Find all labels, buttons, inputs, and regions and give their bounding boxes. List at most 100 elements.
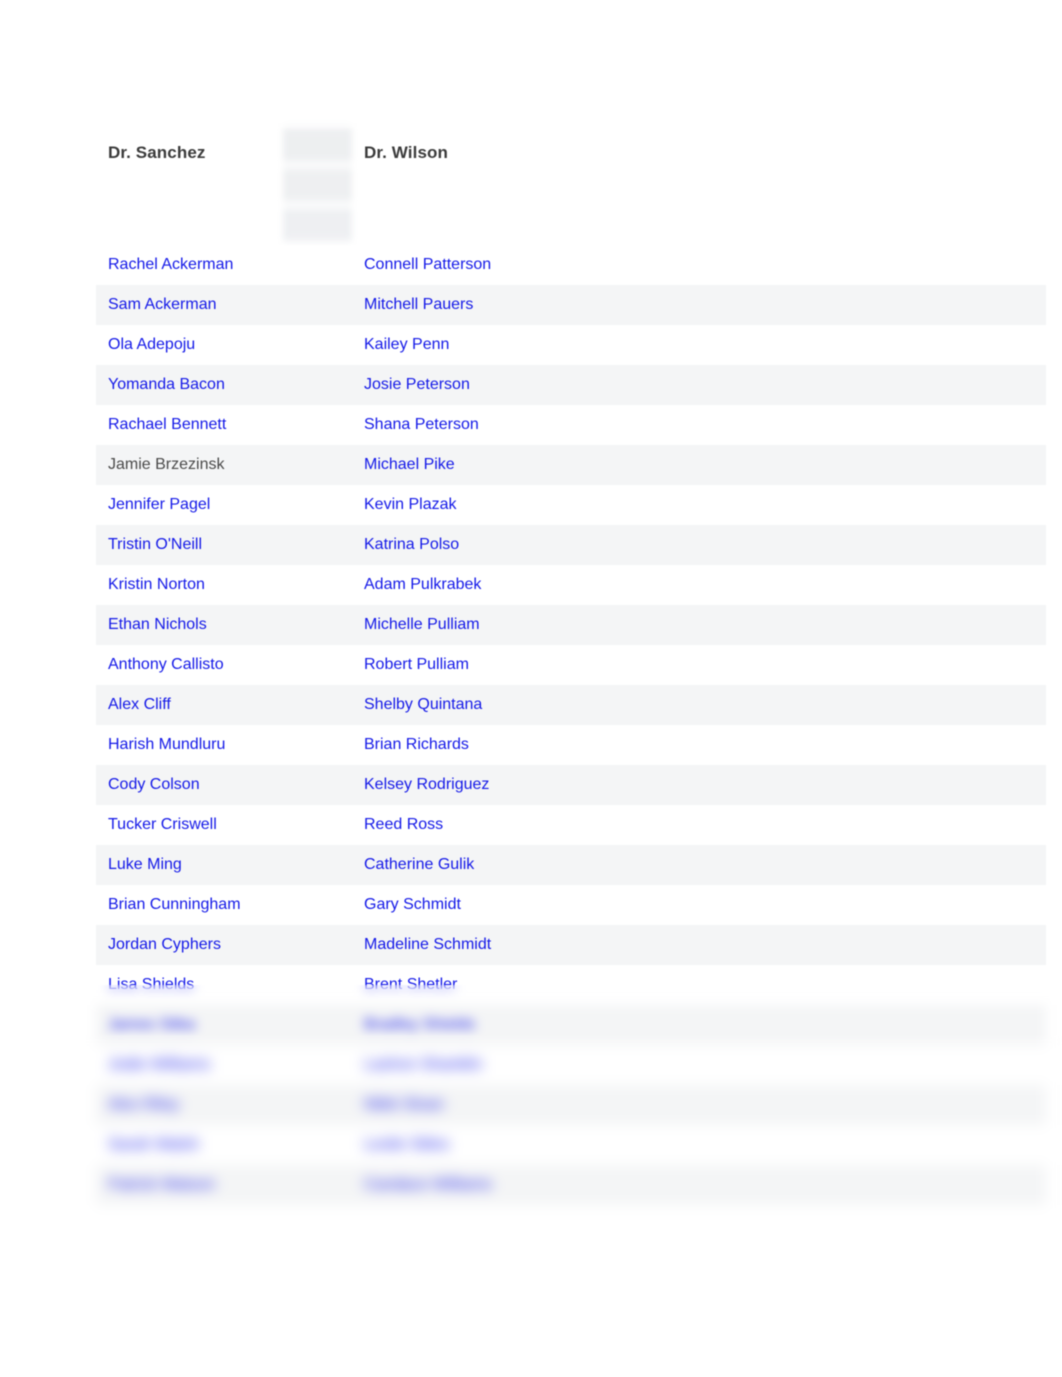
column-header-wilson: Dr. Wilson [364,142,448,162]
cell-wilson-patient: Leslie Stiles [352,1125,592,1165]
table-row: Patrick Watson Candace Williams [96,1165,1046,1205]
patient-name-link[interactable]: Josie Peterson [364,376,470,393]
table-row: Rachel Ackerman Connell Patterson [96,245,1046,285]
patient-name-link[interactable]: Leslie Stiles [364,1136,449,1153]
column-header-sanchez: Dr. Sanchez [108,142,206,162]
patient-name-link[interactable]: Tristin O'Neill [108,536,202,553]
cell-empty [592,805,1046,845]
cell-wilson-patient: Brent Shetler [352,965,592,1005]
cell-empty [592,1045,1046,1085]
cell-wilson-patient: Shelby Quintana [352,685,592,725]
cell-wilson-patient: Reed Ross [352,805,592,845]
patient-name-link[interactable]: Candace Williams [364,1176,492,1193]
cell-empty [592,725,1046,765]
patient-name-link[interactable]: Kristin Norton [108,576,205,593]
patient-name-link[interactable]: Shana Peterson [364,416,479,433]
cell-sanchez-patient: Jodie Williams [96,1045,283,1085]
patient-name-link[interactable]: Rachel Ackerman [108,256,233,273]
table-row: Tristin O'Neill Katrina Polso [96,525,1046,565]
patient-name-link[interactable]: Sam Ackerman [108,296,216,313]
table-row: Anthony Callisto Robert Pulliam [96,645,1046,685]
table-row: Sarah Walsh Leslie Stiles [96,1125,1046,1165]
cell-empty [592,1165,1046,1205]
patient-name-link[interactable]: Michael Pike [364,456,455,473]
cell-sanchez-patient: Tristin O'Neill [96,525,283,565]
patient-name-link[interactable]: Catherine Gulik [364,856,474,873]
table-row: Jordan Cyphers Madeline Schmidt [96,925,1046,965]
cell-wilson-patient: Kailey Penn [352,325,592,365]
cell-sanchez-patient: Jordan Cyphers [96,925,283,965]
patient-name-link[interactable]: Kevin Plazak [364,496,457,513]
cell-gap [283,765,352,805]
patient-name-link[interactable]: Brian Richards [364,736,469,753]
patient-name-link[interactable]: Jennifer Pagel [108,496,210,513]
patient-name-link[interactable]: Tucker Criswell [108,816,217,833]
patient-name-link[interactable]: Katrina Polso [364,536,459,553]
patient-name-link[interactable]: Luke Ming [108,856,182,873]
patient-name-link[interactable]: Jordan Cyphers [108,936,221,953]
column-header-rest [592,125,1046,180]
patient-name-link[interactable]: Ethan Nichols [108,616,207,633]
patient-name-link[interactable]: Jamie Brzezinsk [108,456,224,473]
patient-name-link[interactable]: Bradley Shields [364,1016,475,1033]
table-bottom-right-corner [1030,1205,1048,1237]
cell-gap [283,885,352,925]
patient-name-link[interactable]: Brent Shetler [364,976,457,993]
cell-gap [283,925,352,965]
cell-sanchez-patient: Jennifer Pagel [96,485,283,525]
patient-name-link[interactable]: Alex Cliff [108,696,171,713]
cell-empty [592,1125,1046,1165]
header-spacer-row-1 [96,180,1046,210]
header-spacer-cell-3 [352,180,592,210]
patient-name-link[interactable]: Madeline Schmidt [364,936,491,953]
patient-name-link[interactable]: Reed Ross [364,816,443,833]
cell-wilson-patient: Michael Pike [352,445,592,485]
cell-gap [283,645,352,685]
table-header-row: Dr. Sanchez Dr. Wilson [96,125,1046,180]
patient-name-link[interactable]: Rachael Bennett [108,416,226,433]
patient-name-link[interactable]: James Sitka [108,1016,195,1033]
table-row: Sam Ackerman Mitchell Pauers [96,285,1046,325]
header-spacer-cell-2 [283,180,352,210]
table-row: Rachael Bennett Shana Peterson [96,405,1046,445]
patient-name-link[interactable]: Nikki Sloan [364,1096,444,1113]
patient-name-link[interactable]: Lashon Shanklin [364,1056,482,1073]
cell-empty [592,365,1046,405]
patient-name-link[interactable]: Alex Riley [108,1096,179,1113]
cell-gap [283,725,352,765]
patient-name-link[interactable]: Kailey Penn [364,336,449,353]
cell-wilson-patient: Mitchell Pauers [352,285,592,325]
patient-name-link[interactable]: Cody Colson [108,776,200,793]
cell-gap [283,1125,352,1165]
cell-gap [283,1085,352,1125]
patient-name-link[interactable]: Jodie Williams [108,1056,210,1073]
cell-sanchez-patient: Harish Mundluru [96,725,283,765]
patient-name-link[interactable]: Adam Pulkrabek [364,576,481,593]
patient-name-link[interactable]: Robert Pulliam [364,656,469,673]
patient-name-link[interactable]: Anthony Callisto [108,656,224,673]
table-row: Jennifer Pagel Kevin Plazak [96,485,1046,525]
cell-sanchez-patient: Alex Riley [96,1085,283,1125]
cell-gap [283,805,352,845]
patient-name-link[interactable]: Mitchell Pauers [364,296,473,313]
table-row: Alex Cliff Shelby Quintana [96,685,1046,725]
patient-name-link[interactable]: Gary Schmidt [364,896,461,913]
patient-name-link[interactable]: Kelsey Rodriguez [364,776,489,793]
patient-name-link[interactable]: Yomanda Bacon [108,376,225,393]
cell-gap [283,1045,352,1085]
cell-sanchez-patient: Luke Ming [96,845,283,885]
cell-sanchez-patient: Brian Cunningham [96,885,283,925]
cell-wilson-patient: Michelle Pulliam [352,605,592,645]
patient-name-link[interactable]: Sarah Walsh [108,1136,199,1153]
patient-name-link[interactable]: Lisa Shields [108,976,194,993]
patient-name-link[interactable]: Harish Mundluru [108,736,225,753]
cell-sanchez-patient: James Sitka [96,1005,283,1045]
cell-gap [283,285,352,325]
patient-name-link[interactable]: Michelle Pulliam [364,616,480,633]
patient-name-link[interactable]: Shelby Quintana [364,696,482,713]
patient-name-link[interactable]: Brian Cunningham [108,896,241,913]
patient-name-link[interactable]: Patrick Watson [108,1176,215,1193]
patient-name-link[interactable]: Connell Patterson [364,256,491,273]
patient-name-link[interactable]: Ola Adepoju [108,336,195,353]
cell-empty [592,605,1046,645]
